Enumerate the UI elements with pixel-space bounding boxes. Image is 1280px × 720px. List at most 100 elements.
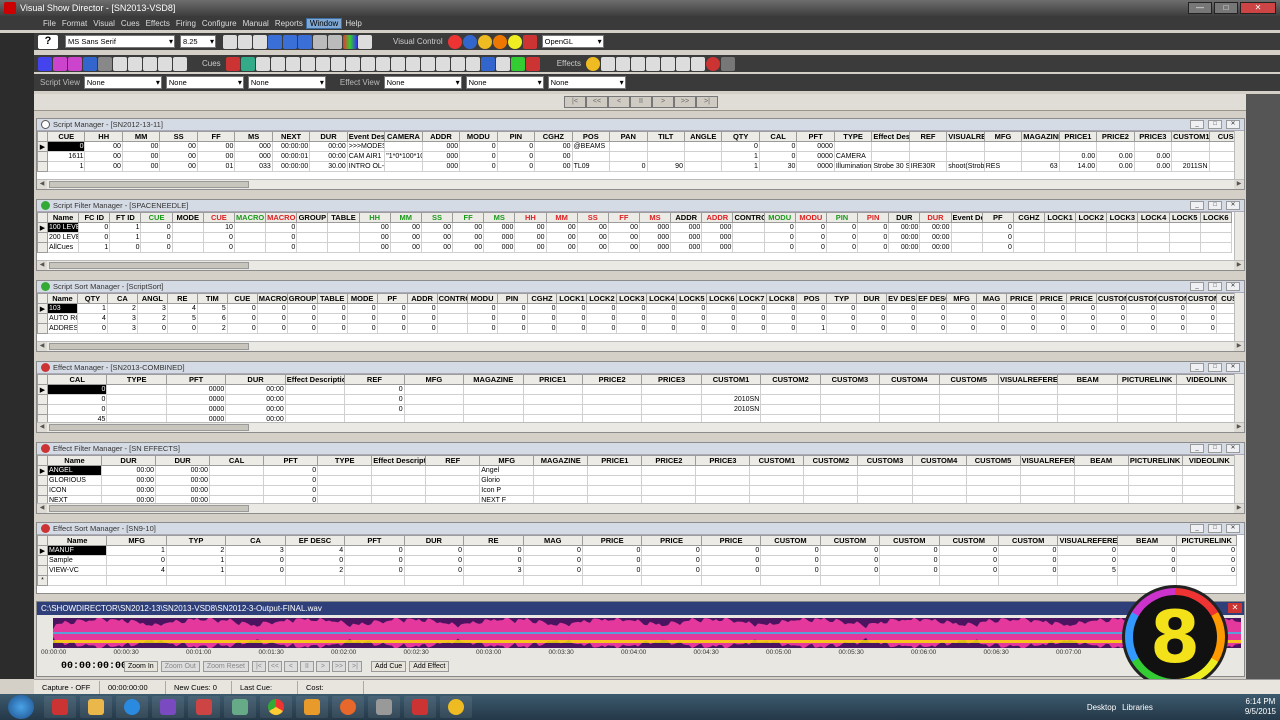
column-header[interactable]: TYPE	[106, 374, 167, 385]
table-cell[interactable]: 0	[856, 303, 888, 314]
menu-manual[interactable]: Manual	[240, 19, 272, 28]
table-cell[interactable]: 00:00	[888, 232, 921, 243]
table-cell[interactable]: 00	[545, 242, 578, 253]
table-cell[interactable]: 00	[607, 222, 640, 233]
table-cell[interactable]: 0	[496, 323, 528, 334]
taskbar-app-1[interactable]	[44, 696, 76, 718]
column-header[interactable]: MFG	[983, 131, 1023, 142]
table-cell[interactable]: 0	[886, 323, 918, 334]
table-cell[interactable]	[327, 232, 360, 243]
table-cell[interactable]	[749, 475, 805, 486]
column-header[interactable]: CGHZ	[526, 293, 558, 304]
table-cell[interactable]: 0	[721, 141, 760, 152]
column-header[interactable]: PRICE	[1065, 293, 1097, 304]
table-cell[interactable]: 0	[819, 565, 881, 576]
table-cell[interactable]: 0	[46, 141, 86, 152]
table-cell[interactable]	[587, 465, 643, 476]
table-cell[interactable]	[106, 394, 167, 405]
table-cell[interactable]: 0	[794, 222, 827, 233]
table-cell[interactable]	[983, 141, 1023, 152]
record-nav-button-0[interactable]: |<	[564, 96, 586, 108]
column-header[interactable]: GROUP	[286, 293, 318, 304]
flame-icon[interactable]	[525, 56, 540, 71]
column-header[interactable]: HH	[358, 212, 391, 223]
table-cell[interactable]: 1	[46, 161, 86, 172]
table-cell[interactable]	[819, 404, 881, 415]
table-cell[interactable]: 0	[225, 555, 286, 566]
table-cell[interactable]: 0	[263, 485, 319, 496]
table-cell[interactable]: 4	[76, 313, 108, 324]
table-cell[interactable]: 5	[1057, 565, 1118, 576]
table-cell[interactable]: 00:00	[101, 475, 157, 486]
table-cell[interactable]: 0	[202, 242, 235, 253]
table-cell[interactable]	[1116, 384, 1178, 395]
column-header[interactable]: MODU	[763, 212, 796, 223]
column-header[interactable]: ADDR	[701, 212, 734, 223]
column-header[interactable]: DUR	[888, 212, 921, 223]
table-cell[interactable]: 0	[1035, 303, 1067, 314]
record-nav-button-2[interactable]: <	[608, 96, 630, 108]
effect-stop-icon[interactable]	[706, 56, 720, 71]
table-cell[interactable]: 0	[316, 323, 348, 334]
table-cell[interactable]	[1168, 232, 1201, 243]
table-cell[interactable]	[871, 151, 910, 162]
doc4-icon[interactable]	[158, 56, 172, 71]
column-header[interactable]: PRICE1	[587, 455, 643, 466]
table-cell[interactable]: 2011SN	[1171, 161, 1210, 172]
cue-doc12-icon[interactable]	[465, 56, 480, 71]
table-cell[interactable]: 0.00	[1058, 151, 1098, 162]
table-cell[interactable]: ICON	[46, 485, 103, 496]
table-cell[interactable]	[911, 475, 967, 486]
doc-icon[interactable]	[113, 56, 127, 71]
panel-close-button[interactable]: ✕	[1226, 120, 1240, 129]
people-icon[interactable]	[98, 56, 112, 71]
table-cell[interactable]: 0	[459, 161, 498, 172]
table-cell[interactable]: 0	[1065, 313, 1097, 324]
table-cell[interactable]	[1073, 465, 1129, 476]
table-cell[interactable]	[1137, 242, 1170, 253]
table-cell[interactable]: 0	[166, 323, 198, 334]
table-cell[interactable]: 00	[534, 161, 573, 172]
table-cell[interactable]	[700, 575, 762, 586]
column-header[interactable]: CUSTOM	[1095, 293, 1127, 304]
table-cell[interactable]	[938, 404, 1000, 415]
doc3-icon[interactable]	[143, 56, 157, 71]
column-header[interactable]: PFT	[263, 455, 319, 466]
desktop-toolbar[interactable]: Desktop	[1087, 703, 1116, 712]
table-cell[interactable]: 0	[265, 222, 298, 233]
table-cell[interactable]: 1	[109, 232, 142, 243]
effect-doc2-icon[interactable]	[616, 56, 630, 71]
search-icon[interactable]	[495, 56, 510, 71]
table-cell[interactable]: 00	[545, 232, 578, 243]
cue-doc-icon[interactable]	[255, 56, 270, 71]
table-cell[interactable]	[1075, 242, 1108, 253]
column-header[interactable]: LOCK5	[676, 293, 708, 304]
table-cell[interactable]: 000	[701, 222, 734, 233]
table-cell[interactable]: 00:00	[225, 394, 286, 405]
table-cell[interactable]: 0	[825, 232, 859, 243]
column-header[interactable]: MFG	[479, 455, 535, 466]
table-cell[interactable]	[879, 384, 940, 395]
table-cell[interactable]	[646, 151, 685, 162]
table-cell[interactable]: 100 LEVEL	[46, 222, 80, 233]
table-cell[interactable]	[371, 485, 427, 496]
table-cell[interactable]: 1	[78, 242, 111, 253]
table-cell[interactable]: INTRO OL-TL	[346, 161, 386, 172]
table-cell[interactable]: 00	[534, 151, 573, 162]
table-cell[interactable]: 000	[638, 242, 672, 253]
table-cell[interactable]	[879, 404, 940, 415]
table-cell[interactable]: 0	[1035, 323, 1067, 334]
column-header[interactable]: PRICE2	[1096, 131, 1135, 142]
table-cell[interactable]: 0	[344, 555, 405, 566]
table-cell[interactable]: 0	[1176, 545, 1237, 556]
panel-minimize-button[interactable]: _	[1190, 282, 1204, 291]
table-cell[interactable]: 0	[794, 232, 827, 243]
table-cell[interactable]: 0	[284, 555, 346, 566]
column-header[interactable]: VIDEOLINK	[1176, 374, 1237, 385]
column-header[interactable]: MACRO	[265, 212, 298, 223]
cue-doc11-icon[interactable]	[450, 56, 465, 71]
table-cell[interactable]	[950, 242, 983, 253]
column-header[interactable]: MS	[234, 131, 273, 142]
table-cell[interactable]: 0	[344, 404, 405, 415]
column-header[interactable]: Effect Description	[371, 455, 427, 466]
